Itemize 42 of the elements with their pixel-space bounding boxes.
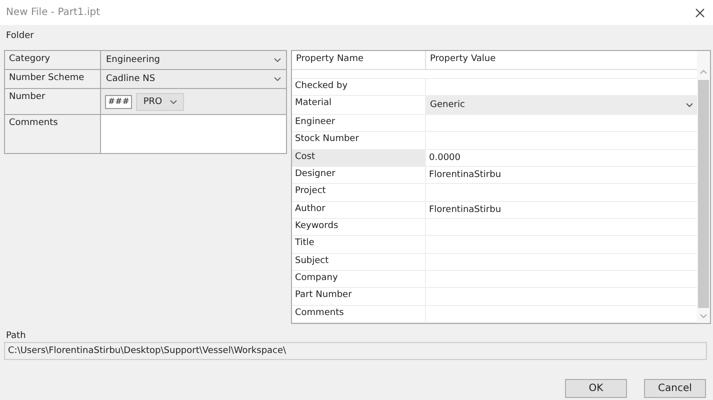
scroll-down-icon[interactable] (700, 314, 707, 318)
property-name: Part Number (292, 288, 426, 305)
dropdown[interactable]: Generic (426, 96, 697, 114)
property-name: Company (292, 271, 426, 288)
property-name: Stock Number (292, 132, 426, 149)
property-name: Engineer (292, 114, 426, 132)
property-name: Cost (292, 150, 426, 166)
close-icon[interactable] (695, 8, 705, 18)
property-value[interactable]: 0.0000 (426, 150, 697, 166)
property-name: Comments (292, 306, 426, 322)
property-name: Keywords (292, 218, 426, 236)
dropdown[interactable]: Engineering (101, 51, 286, 69)
path-label: Path (6, 331, 27, 341)
chevron-icon (686, 103, 693, 107)
dialog-button[interactable]: OK (565, 379, 627, 398)
property-value[interactable]: FlorentinaStirbu (426, 166, 697, 184)
scrollbar[interactable] (697, 51, 710, 323)
column-header[interactable]: Property Name (292, 51, 426, 69)
field-label: Category (5, 51, 101, 69)
property-name: Project (292, 184, 426, 201)
scroll-thumb[interactable] (698, 80, 709, 308)
window-title: New File - Part1.ipt (6, 7, 100, 18)
chevron-icon (274, 77, 281, 81)
field-label: Number Scheme (5, 70, 101, 88)
dialog-button[interactable]: Cancel (644, 379, 706, 398)
property-name: Author (292, 202, 426, 218)
dropdown[interactable]: PRO (136, 92, 184, 110)
column-header[interactable]: Property Value (426, 51, 500, 69)
chevron-icon (274, 58, 281, 62)
property-name: Title (292, 236, 426, 253)
number-field[interactable]: ### (105, 94, 132, 108)
chevron-icon (170, 100, 178, 104)
property-name: Checked by (292, 78, 426, 96)
field-label: Number (5, 89, 101, 114)
field-label: Comments (5, 115, 101, 153)
property-value[interactable]: FlorentinaStirbu (426, 202, 697, 218)
dropdown[interactable]: Cadline NS (101, 70, 286, 88)
folder-label: Folder (6, 31, 35, 43)
path-field: C:\Users\FlorentinaStirbu\Desktop\Support\Vessel\Workspace\ (4, 342, 707, 360)
scroll-up-icon[interactable] (700, 70, 707, 74)
property-name: Designer (292, 166, 426, 184)
property-name: Subject (292, 254, 426, 270)
